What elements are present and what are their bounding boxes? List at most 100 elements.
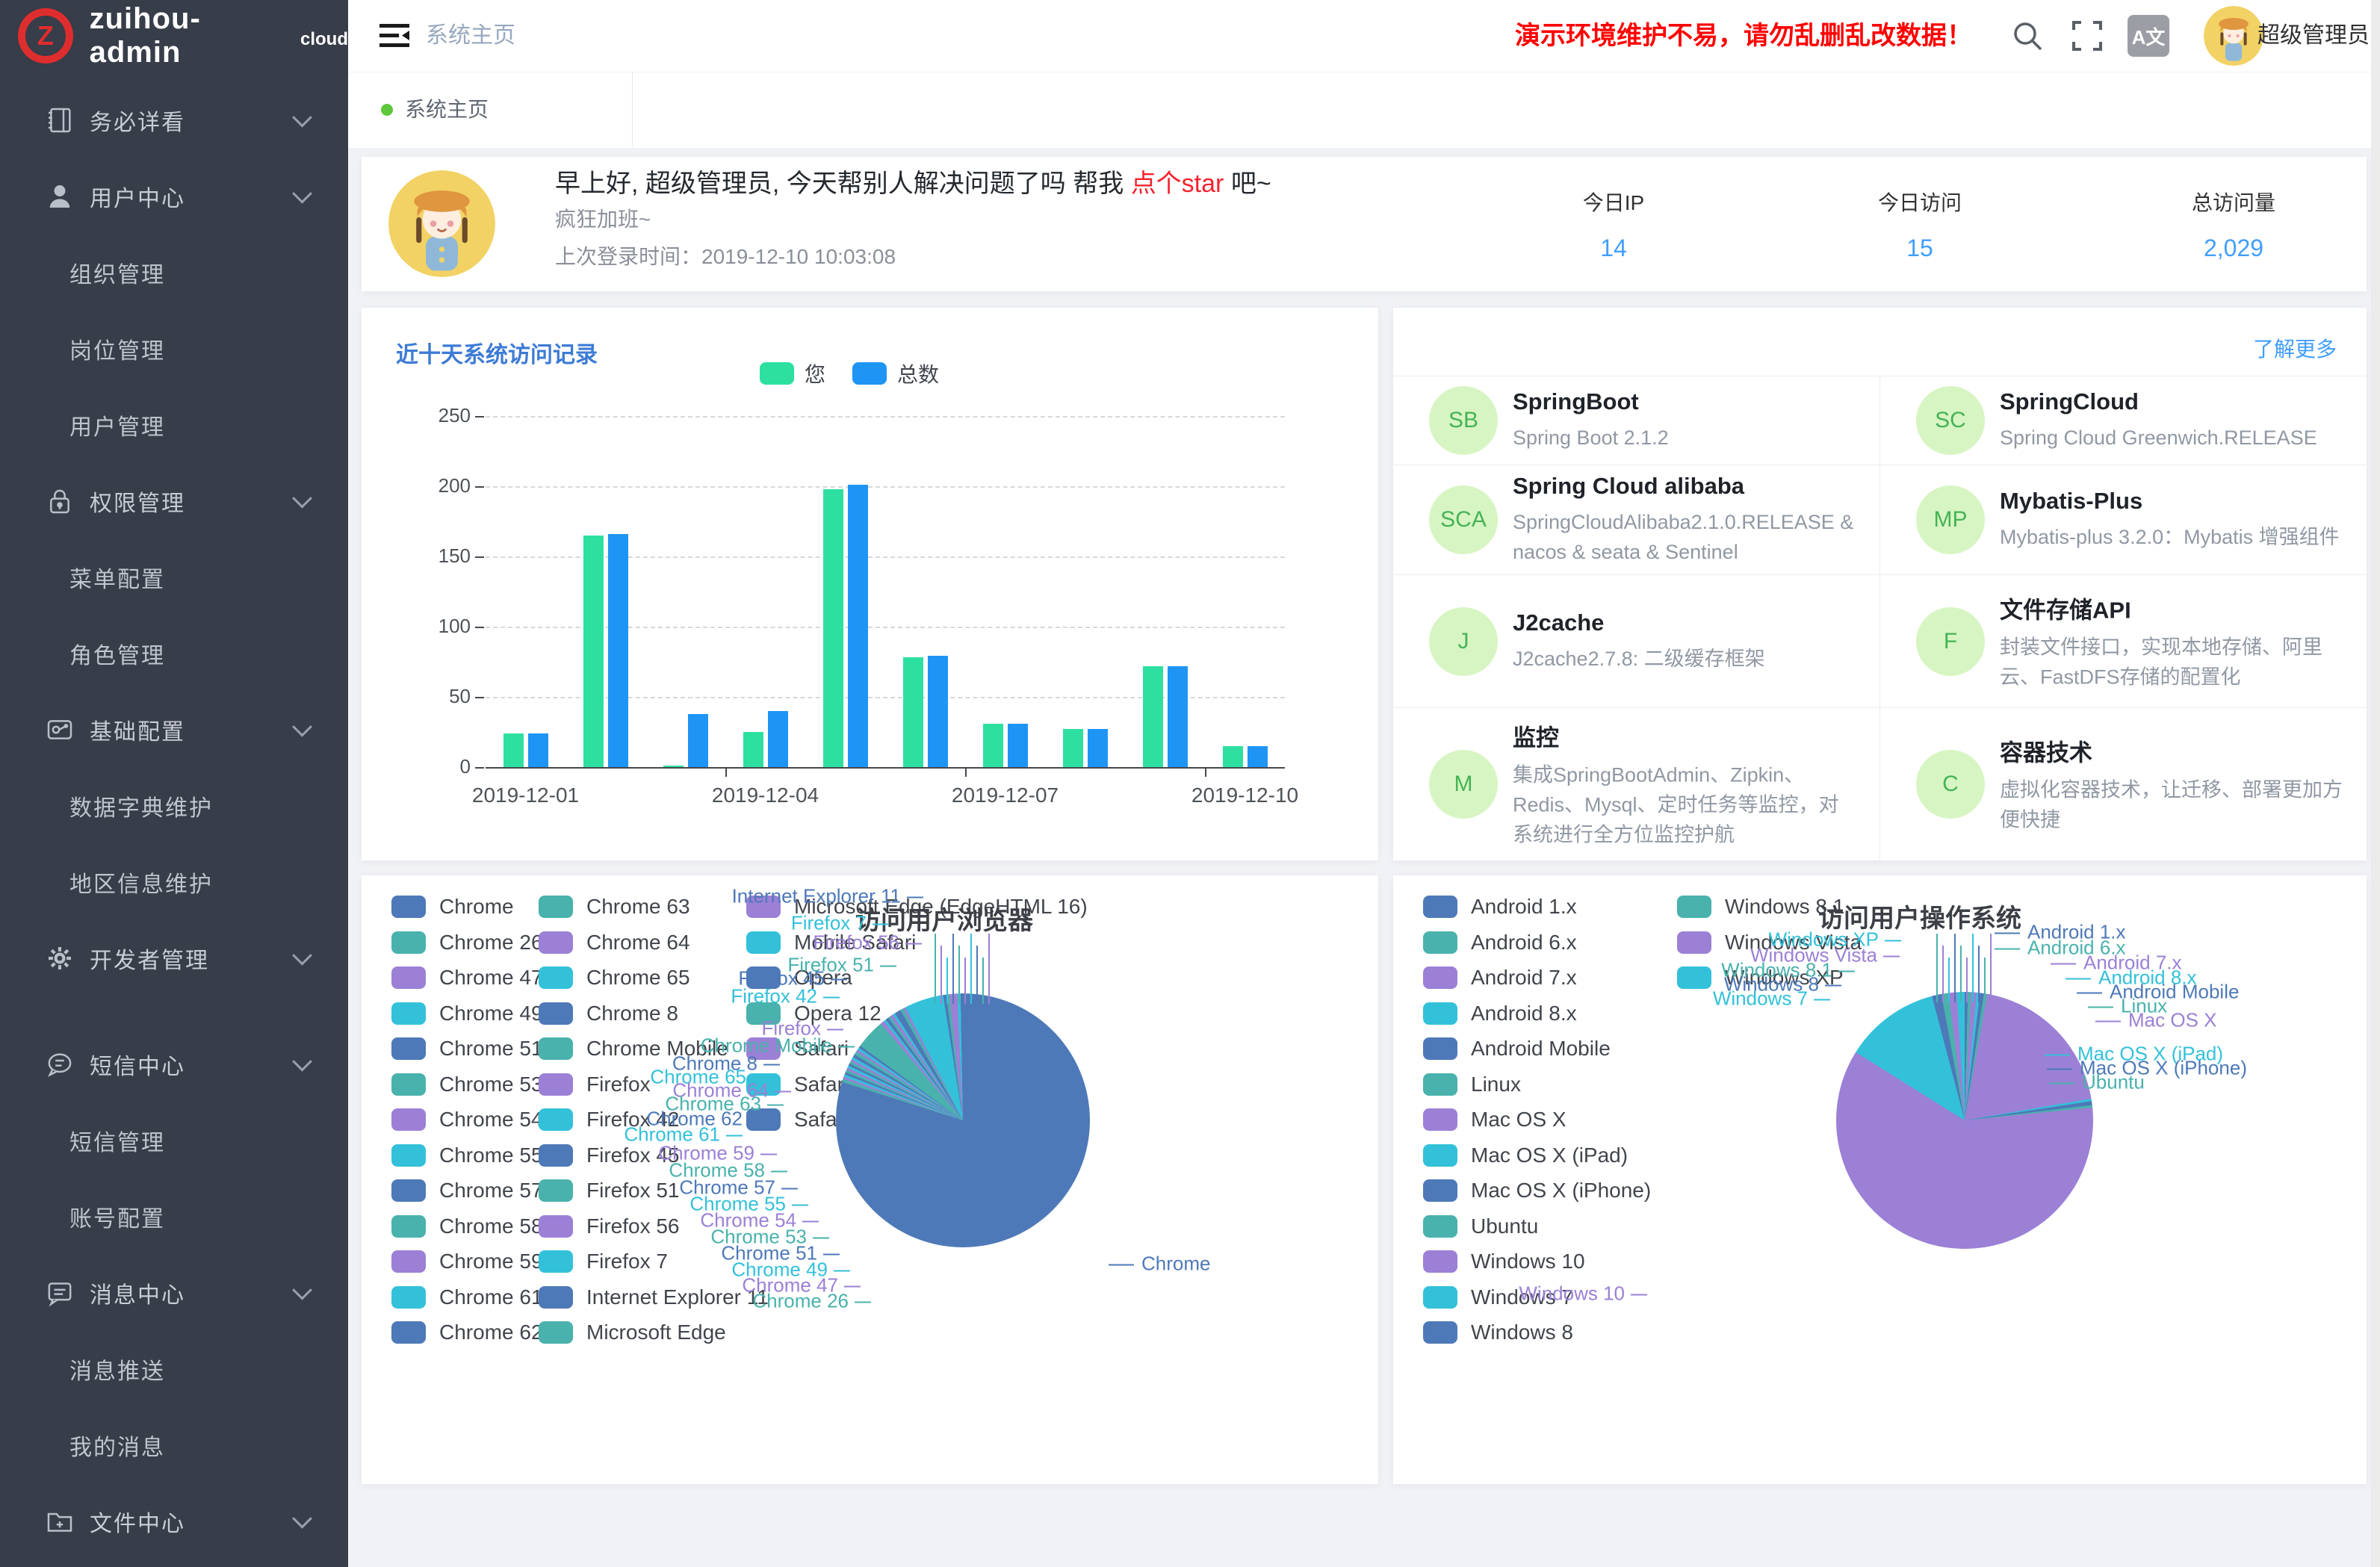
legend-item-Linux[interactable]: Linux — [1423, 1073, 1521, 1096]
legend-item-Android 1.x[interactable]: Android 1.x — [1423, 895, 1577, 919]
legend-item-Firefox 56[interactable]: Firefox 56 — [539, 1214, 680, 1238]
sidebar-item-地区信息维护[interactable]: 地区信息维护 — [0, 844, 348, 920]
legend-item-Chrome 53[interactable]: Chrome 53 — [391, 1073, 543, 1096]
legend-item-Mac OS X[interactable]: Mac OS X — [1423, 1108, 1566, 1132]
legend-item-Android 7.x[interactable]: Android 7.x — [1423, 966, 1577, 990]
fullscreen-icon[interactable] — [2069, 18, 2105, 54]
sidebar-item-label: 岗位管理 — [69, 332, 165, 365]
bar-总数-2019-12-01 — [528, 733, 548, 767]
sidebar-item-短信中心[interactable]: 短信中心 — [0, 1026, 348, 1102]
sidebar-item-label: 我的消息 — [69, 1429, 165, 1462]
legend-swatch — [1423, 1002, 1457, 1025]
tech-cell-SpringCloud: SCSpringCloudSpring Cloud Greenwich.RELE… — [1879, 376, 2367, 465]
sidebar-item-用户中心[interactable]: 用户中心 — [0, 158, 348, 235]
legend-swatch — [1677, 896, 1711, 918]
last-login: 上次登录时间：2019-12-10 10:03:08 — [555, 241, 896, 270]
sidebar-item-用户管理[interactable]: 用户管理 — [0, 387, 348, 463]
legend-item-Chrome 61[interactable]: Chrome 61 — [391, 1285, 543, 1309]
sidebar-item-我的消息[interactable]: 我的消息 — [0, 1407, 348, 1483]
legend-swatch — [539, 1144, 573, 1167]
legend-label: Chrome 58 — [439, 1214, 543, 1238]
sidebar-item-短信管理[interactable]: 短信管理 — [0, 1102, 348, 1179]
sidebar-item-文件中心[interactable]: 文件中心 — [0, 1483, 348, 1560]
legend-item-Windows 8[interactable]: Windows 8 — [1423, 1321, 1573, 1344]
legend-item-Chrome 58[interactable]: Chrome 58 — [391, 1214, 543, 1238]
tech-cell-SpringBoot: SBSpringBootSpring Boot 2.1.2 — [1393, 376, 1879, 465]
lock-icon — [45, 486, 75, 516]
legend-label: Chrome 63 — [586, 895, 690, 919]
sidebar-item-基础配置[interactable]: 基础配置 — [0, 692, 348, 768]
sidebar-item-岗位管理[interactable]: 岗位管理 — [0, 311, 348, 387]
legend-label: Firefox 56 — [586, 1214, 680, 1238]
menu-fold-icon[interactable] — [376, 18, 412, 54]
pie-label-Windows 10: Windows 10 — [1519, 1282, 1647, 1306]
app-title-badge: cloud — [300, 29, 348, 50]
username[interactable]: 超级管理员 — [2257, 0, 2370, 72]
sidebar-item-消息中心[interactable]: 消息中心 — [0, 1255, 348, 1331]
legend-item-Chrome 62[interactable]: Chrome 62 — [391, 1321, 543, 1344]
legend-item-Chrome 26[interactable]: Chrome 26 — [391, 931, 543, 955]
legend-item-Chrome 49[interactable]: Chrome 49 — [391, 1002, 543, 1025]
legend-label: Chrome 59 — [439, 1250, 543, 1273]
sidebar-menu: 务必详看用户中心组织管理岗位管理用户管理权限管理菜单配置角色管理基础配置数据字典… — [0, 82, 348, 1560]
legend-item-Windows 10[interactable]: Windows 10 — [1423, 1250, 1585, 1273]
sidebar-item-开发者管理[interactable]: 开发者管理 — [0, 920, 348, 996]
legend-item-Ubuntu[interactable]: Ubuntu — [1423, 1214, 1538, 1238]
legend-item-Chrome 57[interactable]: Chrome 57 — [391, 1179, 543, 1203]
language-icon[interactable]: A文 — [2128, 15, 2169, 57]
legend-item-Android Mobile[interactable]: Android Mobile — [1423, 1037, 1611, 1061]
leader-line — [970, 934, 972, 1004]
search-icon[interactable] — [2009, 18, 2045, 54]
legend-item-Chrome 47[interactable]: Chrome 47 — [391, 966, 543, 990]
legend-item-Mac OS X (iPhone)[interactable]: Mac OS X (iPhone) — [1423, 1179, 1651, 1203]
legend-item-Chrome 59[interactable]: Chrome 59 — [391, 1250, 543, 1273]
legend-item-Chrome[interactable]: Chrome — [391, 895, 514, 919]
legend-swatch — [1423, 1286, 1457, 1309]
tab-bar: 系统主页 — [348, 72, 2380, 149]
tab-home[interactable]: 系统主页 — [348, 72, 633, 147]
sidebar-item-数据字典维护[interactable]: 数据字典维护 — [0, 768, 348, 844]
avatar[interactable] — [2204, 6, 2263, 66]
legend-item-Firefox 7[interactable]: Firefox 7 — [539, 1250, 668, 1273]
bar-您-2019-12-02 — [583, 536, 604, 767]
bar-您-2019-12-08 — [1063, 729, 1083, 767]
sidebar-item-权限管理[interactable]: 权限管理 — [0, 463, 348, 539]
sidebar-item-角色管理[interactable]: 角色管理 — [0, 615, 348, 692]
sidebar-item-label: 短信管理 — [69, 1124, 165, 1157]
demo-warning-text: 演示环境维护不易，请勿乱删乱改数据！ — [1515, 0, 1972, 72]
bar-总数-2019-12-03 — [688, 714, 708, 767]
legend-item-Chrome 54[interactable]: Chrome 54 — [391, 1108, 543, 1132]
legend-swatch — [1423, 1144, 1457, 1167]
scrollbar-track[interactable] — [2371, 0, 2380, 1567]
leader-line — [1984, 958, 1986, 1002]
sidebar-item-账号配置[interactable]: 账号配置 — [0, 1179, 348, 1255]
legend-item-Microsoft Edge[interactable]: Microsoft Edge — [539, 1321, 726, 1344]
legend-label: Chrome 61 — [439, 1285, 543, 1309]
breadcrumb[interactable]: 系统主页 — [426, 0, 515, 72]
tech-title: Mybatis-Plus — [2000, 488, 2343, 515]
legend-item-Chrome 65[interactable]: Chrome 65 — [539, 966, 690, 990]
legend-item-Android 6.x[interactable]: Android 6.x — [1423, 931, 1577, 955]
legend-item-Chrome 51[interactable]: Chrome 51 — [391, 1037, 543, 1061]
stat-value: 14 — [1464, 235, 1763, 262]
legend-label: Firefox 51 — [586, 1179, 680, 1203]
tech-cell-body: 监控集成SpringBootAdmin、Zipkin、Redis、Mysql、定… — [1513, 719, 1856, 850]
sidebar-item-组织管理[interactable]: 组织管理 — [0, 235, 348, 311]
sidebar-item-消息推送[interactable]: 消息推送 — [0, 1331, 348, 1407]
sidebar-item-务必详看[interactable]: 务必详看 — [0, 82, 348, 158]
legend-item-Firefox 51[interactable]: Firefox 51 — [539, 1179, 680, 1203]
legend-label: Chrome 55 — [439, 1144, 543, 1167]
star-link[interactable]: 点个star — [1131, 170, 1224, 198]
legend-item-Firefox[interactable]: Firefox — [539, 1073, 651, 1096]
legend-item-Chrome 63[interactable]: Chrome 63 — [539, 895, 690, 919]
legend-item-Chrome 55[interactable]: Chrome 55 — [391, 1144, 543, 1167]
bar-您-2019-12-10 — [1223, 746, 1243, 767]
legend-item-Mac OS X (iPad)[interactable]: Mac OS X (iPad) — [1423, 1144, 1628, 1167]
legend-item-Android 8.x[interactable]: Android 8.x — [1423, 1002, 1577, 1025]
sidebar-item-菜单配置[interactable]: 菜单配置 — [0, 539, 348, 615]
bar-总数-2019-12-09 — [1168, 666, 1188, 767]
legend-item-Chrome 64[interactable]: Chrome 64 — [539, 931, 690, 955]
legend-item-Internet Explorer 11[interactable]: Internet Explorer 11 — [539, 1285, 769, 1309]
learn-more-link[interactable]: 了解更多 — [2253, 333, 2337, 363]
legend-item-Chrome 8[interactable]: Chrome 8 — [539, 1002, 678, 1025]
